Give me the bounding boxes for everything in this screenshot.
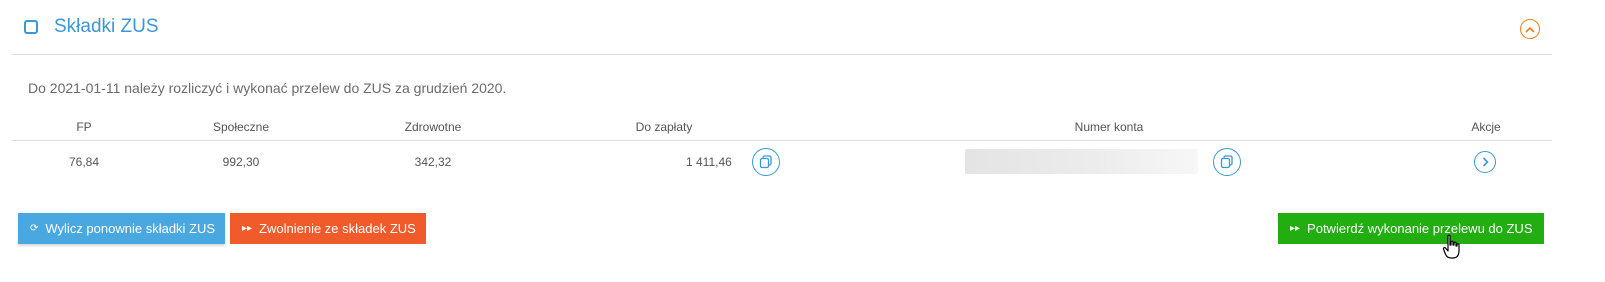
panel-header: Składki ZUS xyxy=(12,0,1552,55)
double-arrow-icon: ▸▸ xyxy=(1290,223,1301,234)
cell-do-zaplaty: 1 411,46 xyxy=(686,155,732,169)
exemption-button[interactable]: ▸▸ Zwolnienie ze składek ZUS xyxy=(230,213,426,244)
zus-panel: Składki ZUS Do 2021-01-11 należy rozlicz… xyxy=(12,0,1552,282)
chevron-up-icon[interactable] xyxy=(1520,19,1540,39)
recalculate-button[interactable]: ⟳ Wylicz ponownie składki ZUS xyxy=(18,213,225,244)
copy-amount-button[interactable] xyxy=(752,148,780,176)
cell-fp: 76,84 xyxy=(68,155,100,169)
deadline-info: Do 2021-01-11 należy rozliczyć i wykonać… xyxy=(28,80,507,96)
copy-account-button[interactable] xyxy=(1213,148,1241,176)
column-do-zaplaty: Do zapłaty xyxy=(635,120,693,134)
panel-title: Składki ZUS xyxy=(54,16,159,37)
exemption-label: Zwolnienie ze składek ZUS xyxy=(259,221,416,236)
column-zdrowotne: Zdrowotne xyxy=(404,120,462,134)
recalculate-label: Wylicz ponownie składki ZUS xyxy=(45,221,216,236)
account-number-hidden xyxy=(965,149,1198,174)
column-spoleczne: Społeczne xyxy=(212,120,270,134)
cell-spoleczne: 992,30 xyxy=(222,155,260,169)
column-akcje: Akcje xyxy=(1471,120,1501,134)
hand-cursor-icon xyxy=(1442,234,1460,259)
confirm-transfer-label: Potwierdź wykonanie przelewu do ZUS xyxy=(1307,221,1533,236)
column-fp: FP xyxy=(76,120,92,134)
checkbox-icon[interactable] xyxy=(24,20,38,34)
refresh-icon: ⟳ xyxy=(30,223,39,234)
double-arrow-icon: ▸▸ xyxy=(242,223,253,234)
copy-icon xyxy=(759,155,772,169)
cell-zdrowotne: 342,32 xyxy=(414,155,452,169)
copy-icon xyxy=(1220,155,1233,169)
table-row: 76,84 992,30 342,32 1 411,46 xyxy=(12,141,1552,181)
table-header: FP Społeczne Zdrowotne Do zapłaty Numer … xyxy=(12,112,1552,141)
chevron-right-icon[interactable] xyxy=(1474,151,1496,173)
confirm-transfer-button[interactable]: ▸▸ Potwierdź wykonanie przelewu do ZUS xyxy=(1278,213,1544,244)
column-numer-konta: Numer konta xyxy=(1074,120,1144,134)
